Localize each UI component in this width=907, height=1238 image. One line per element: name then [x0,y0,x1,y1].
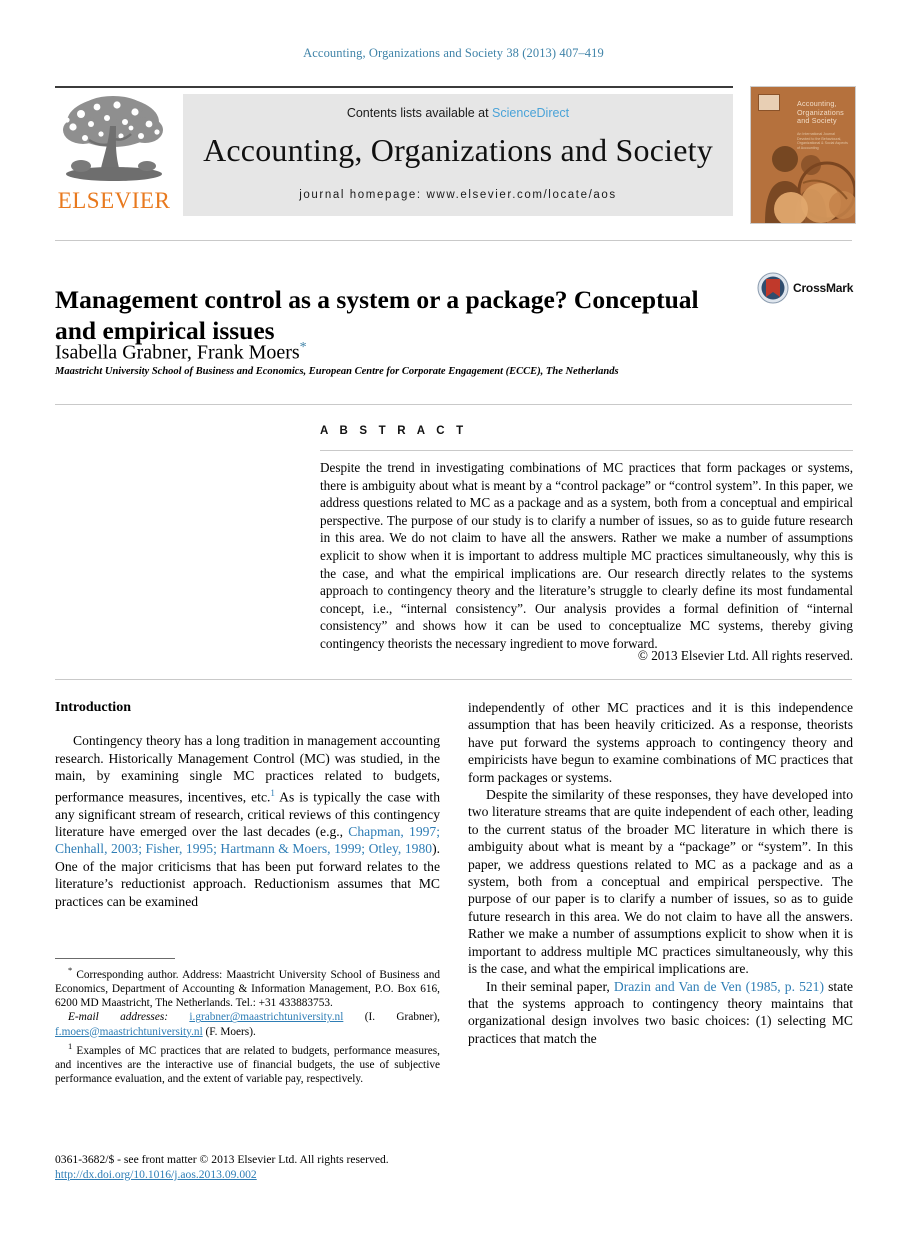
sciencedirect-link[interactable]: ScienceDirect [492,106,569,120]
section-heading-introduction: Introduction [55,700,131,715]
paragraph-right-2: Despite the similarity of these response… [468,787,853,977]
right-text-a: In their seminal paper, [486,978,614,994]
doi-link[interactable]: http://dx.doi.org/10.1016/j.aos.2013.09.… [55,1168,257,1181]
email-link-moers[interactable]: f.moers@maastrichtuniversity.nl [55,1026,203,1038]
crossmark-badge[interactable]: CrossMark [757,272,853,306]
body-column-left: Introduction Contingency theory has a lo… [55,699,440,910]
masthead-top-rule [55,86,733,88]
footnote-block: * Corresponding author. Address: Maastri… [55,963,440,1086]
email-2-owner: (F. Moers). [202,1025,256,1038]
citation-drazin-van-de-ven[interactable]: Drazin and Van de Ven (1985, p. 521) [614,979,824,994]
author-list: Isabella Grabner, Frank Moers* [55,340,755,365]
corresponding-author-marker: * [299,340,307,355]
cover-sub-line-4: of Accounting [797,145,819,150]
cover-elsevier-mark-icon [758,94,780,111]
journal-band: Contents lists available at ScienceDirec… [183,94,733,216]
abstract-heading: A B S T R A C T [320,425,468,437]
footnote-1: 1 Examples of MC practices that are rela… [55,1039,440,1086]
footnote-corresponding-author: * Corresponding author. Address: Maastri… [55,963,440,1010]
email-link-grabner[interactable]: i.grabner@maastrichtuniversity.nl [189,1011,343,1023]
corresponding-footnote-text: Corresponding author. Address: Maastrich… [55,968,440,1010]
cover-sub-line-3: Organizational & Social Aspects [797,141,848,146]
email-label: E-mail addresses: [68,1011,168,1024]
elsevier-tree-icon [61,94,167,186]
abstract-copyright: © 2013 Elsevier Ltd. All rights reserved… [637,648,853,663]
cover-journal-title: Accounting, Organizations and Society [797,99,853,126]
footnote-emails: E-mail addresses: i.grabner@maastrichtun… [55,1010,440,1038]
body-column-right: independently of other MC practices and … [468,699,853,1047]
affiliation: Maastricht University School of Business… [55,366,619,377]
page-title: Management control as a system or a pack… [55,285,699,346]
paragraph-intro-1: Contingency theory has a long tradition … [55,732,440,910]
imprint-block: 0361-3682/$ - see front matter © 2013 El… [55,1152,455,1182]
abstract-body: Despite the trend in investigating combi… [320,460,853,651]
contents-prefix: Contents lists available at [346,106,493,120]
footnote-1-text: Examples of MC practices that are relate… [55,1044,440,1085]
abstract-bottom-rule [55,679,852,680]
cover-sub-line-1: An International Journal [797,132,835,136]
title-top-rule [55,240,852,241]
cover-sub-line-2: Devoted to the Behavioural, [797,136,842,141]
elsevier-wordmark: ELSEVIER [57,188,171,213]
paragraph-right-3: In their seminal paper, Drazin and Van d… [468,978,853,1048]
crossmark-label: CrossMark [793,281,854,295]
author-names: Isabella Grabner, Frank Moers [55,341,300,364]
journal-title: Accounting, Organizations and Society [203,132,713,168]
paragraph-right-1: independently of other MC practices and … [468,700,853,785]
cover-subtitle: An International Journal Devoted to the … [797,132,851,150]
journal-cover-thumbnail[interactable]: Accounting, Organizations and Society An… [750,86,856,224]
footnote-separator-rule [55,958,175,959]
elsevier-logo: ELSEVIER [55,94,173,218]
journal-masthead: ELSEVIER Contents lists available at Sci… [55,86,856,224]
article-page: Accounting, Organizations and Society 38… [0,0,907,1238]
running-head: Accounting, Organizations and Society 38… [303,46,604,60]
abstract-heading-rule [320,450,853,451]
crossmark-shield-icon [757,272,789,304]
abstract-top-rule [55,404,852,405]
email-1-owner: (I. Grabner), [343,1011,440,1024]
imprint-issn-line: 0361-3682/$ - see front matter © 2013 El… [55,1153,389,1166]
journal-homepage[interactable]: journal homepage: www.elsevier.com/locat… [183,189,733,201]
contents-available-line: Contents lists available at ScienceDirec… [183,106,733,120]
cover-title-line-3: and Society [797,116,837,126]
cover-artwork: Accounting, Organizations and Society An… [751,87,855,223]
